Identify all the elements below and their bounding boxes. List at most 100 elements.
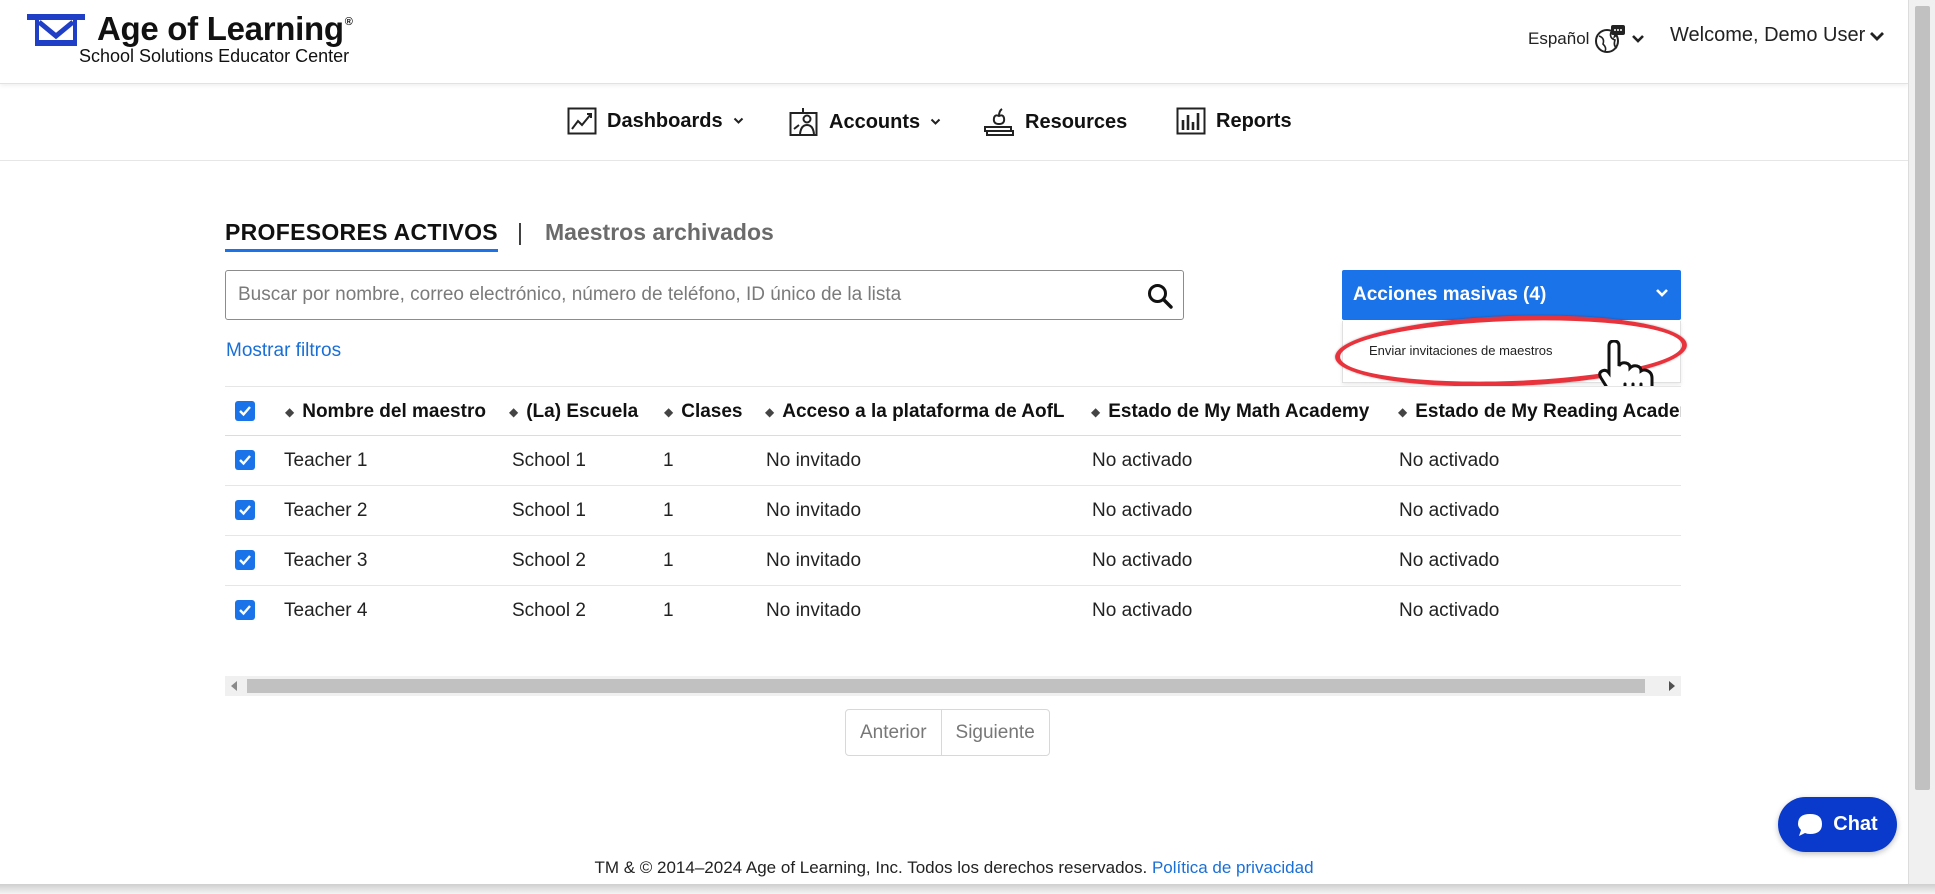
column-header-classes[interactable]: ◆ Clases (664, 401, 743, 423)
cell-name[interactable]: Teacher 3 (284, 550, 367, 572)
scrollbar-thumb[interactable] (247, 679, 1645, 693)
teacher-board-icon (789, 108, 818, 136)
checkmark-icon (239, 406, 251, 417)
nav-resources[interactable]: Resources (983, 107, 1127, 137)
brand-logo[interactable] (25, 12, 87, 50)
sort-icon: ◆ (1091, 405, 1101, 419)
column-header-label: Acceso a la plataforma de AofL (782, 401, 1065, 422)
cell-math-status: No activado (1092, 450, 1193, 471)
scrollbar-thumb[interactable] (1915, 6, 1930, 790)
main-nav: Dashboards Accounts Resources Reports (0, 85, 1908, 161)
search-input[interactable] (238, 271, 1128, 319)
page-vertical-scrollbar[interactable] (1908, 0, 1935, 884)
nav-dashboards[interactable]: Dashboards (567, 107, 744, 135)
language-selector[interactable]: Español (1528, 24, 1645, 54)
envelope-logo-icon (27, 14, 85, 46)
cell-classes: 1 (663, 500, 674, 521)
row-checkbox[interactable] (235, 500, 255, 520)
cell-access: No invitado (766, 450, 862, 471)
column-header-platform-access[interactable]: ◆ Acceso a la plataforma de AofL (765, 401, 1065, 423)
sort-icon: ◆ (664, 405, 674, 419)
user-menu[interactable]: Welcome, Demo User (1670, 24, 1885, 47)
tab-archived-teachers[interactable]: Maestros archivados (545, 219, 774, 246)
row-checkbox[interactable] (235, 600, 255, 620)
cell-classes: 1 (663, 450, 674, 471)
tab-active-teachers[interactable]: PROFESORES ACTIVOS (225, 219, 498, 252)
privacy-policy-link[interactable]: Política de privacidad (1152, 858, 1314, 877)
row-checkbox[interactable] (235, 450, 255, 470)
cell-math-status: No activado (1092, 550, 1193, 571)
cell-classes: 1 (663, 550, 674, 571)
cell-reading-status: No activado (1399, 500, 1500, 521)
show-filters-link[interactable]: Mostrar filtros (226, 340, 341, 362)
column-header-label: Estado de My Reading Academy (1415, 401, 1681, 422)
checkmark-icon (239, 605, 251, 616)
table-row: Teacher 4 School 2 1 No invitado No acti… (225, 586, 1681, 636)
table-horizontal-scrollbar[interactable] (225, 676, 1681, 696)
brand-name: Age of Learning® (97, 10, 353, 48)
bulk-actions-button[interactable]: Acciones masivas (4) (1342, 270, 1681, 320)
cell-access: No invitado (766, 600, 862, 621)
pagination: Anterior Siguiente (845, 709, 1050, 756)
bar-chart-icon (1176, 107, 1206, 135)
nav-accounts[interactable]: Accounts (789, 107, 941, 137)
scroll-left-arrow-icon[interactable] (231, 681, 237, 691)
row-checkbox[interactable] (235, 550, 255, 570)
column-header-reading-status[interactable]: ◆ Estado de My Reading Academy (1398, 401, 1681, 423)
teachers-table: ◆ Nombre del maestro ◆ (La) Escuela ◆ Clase… (225, 386, 1681, 676)
search-box (225, 270, 1184, 320)
nav-resources-label: Resources (1025, 110, 1128, 133)
nav-reports[interactable]: Reports (1176, 107, 1292, 135)
previous-page-button[interactable]: Anterior (846, 710, 942, 755)
sort-icon: ◆ (509, 405, 519, 419)
nav-accounts-label: Accounts (829, 110, 921, 133)
scroll-right-arrow-icon[interactable] (1669, 681, 1675, 691)
registered-mark: ® (344, 16, 353, 28)
column-header-name[interactable]: ◆ Nombre del maestro (285, 401, 486, 423)
table-row: Teacher 3 School 2 1 No invitado No acti… (225, 536, 1681, 586)
chevron-down-icon (1870, 31, 1885, 41)
column-header-school[interactable]: ◆ (La) Escuela (509, 401, 638, 423)
chat-button[interactable]: Chat (1778, 797, 1897, 852)
bulk-actions-label: Acciones masivas (4) (1353, 284, 1547, 305)
search-icon[interactable] (1147, 283, 1173, 309)
chart-line-icon (567, 107, 597, 135)
language-label: Español (1528, 29, 1590, 48)
cell-school: School 2 (512, 550, 586, 571)
chevron-down-icon (1632, 35, 1645, 43)
column-header-label: (La) Escuela (526, 401, 639, 422)
column-header-math-status[interactable]: ◆ Estado de My Math Academy (1091, 401, 1369, 423)
cell-school: School 2 (512, 600, 586, 621)
cell-name[interactable]: Teacher 2 (284, 500, 367, 522)
nav-dashboards-label: Dashboards (607, 109, 723, 132)
sort-icon: ◆ (1398, 405, 1408, 419)
cell-name[interactable]: Teacher 1 (284, 450, 367, 472)
sort-icon: ◆ (765, 405, 775, 419)
column-header-label: Estado de My Math Academy (1108, 401, 1370, 422)
globe-chat-icon (1595, 25, 1626, 53)
column-header-label: Nombre del maestro (302, 401, 486, 422)
sort-icon: ◆ (285, 405, 295, 419)
window-bottom-edge (0, 884, 1935, 894)
next-page-button[interactable]: Siguiente (942, 710, 1049, 755)
cell-classes: 1 (663, 600, 674, 621)
chat-bubble-icon (1798, 813, 1823, 836)
cell-math-status: No activado (1092, 500, 1193, 521)
cell-access: No invitado (766, 550, 862, 571)
brand-subtitle: School Solutions Educator Center (79, 46, 350, 66)
cell-access: No invitado (766, 500, 862, 521)
table-header: ◆ Nombre del maestro ◆ (La) Escuela ◆ Clase… (225, 386, 1681, 436)
cell-reading-status: No activado (1399, 550, 1500, 571)
table-row: Teacher 2 School 1 1 No invitado No acti… (225, 486, 1681, 536)
chevron-down-icon (1656, 289, 1668, 297)
select-all-checkbox[interactable] (235, 401, 255, 421)
cell-name[interactable]: Teacher 4 (284, 600, 367, 622)
brand-name-text: Age of Learning (97, 10, 344, 47)
checkmark-icon (239, 555, 251, 566)
checkmark-icon (239, 455, 251, 466)
top-header: Age of Learning® School Solutions Educat… (0, 0, 1908, 84)
nav-reports-label: Reports (1216, 109, 1292, 132)
copyright-text: TM & © 2014–2024 Age of Learning, Inc. T… (594, 858, 1148, 877)
table-row: Teacher 1 School 1 1 No invitado No acti… (225, 436, 1681, 486)
cell-school: School 1 (512, 500, 586, 521)
